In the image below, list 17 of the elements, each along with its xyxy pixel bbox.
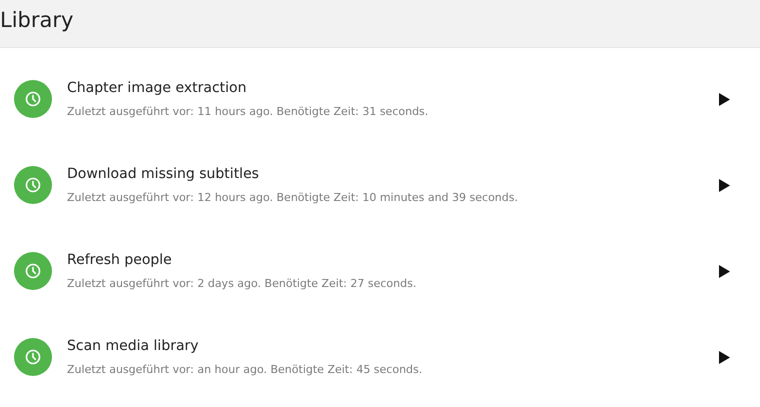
task-status: Zuletzt ausgeführt vor: 2 days ago. Benötigte Zeit: 27 seconds.: [67, 278, 418, 289]
page-title: Library: [0, 10, 74, 34]
clock-icon: [14, 166, 52, 204]
task-name: Download missing subtitles: [67, 167, 260, 181]
clock-icon: [14, 252, 52, 290]
clock-icon: [14, 80, 52, 118]
task-status: Zuletzt ausgeführt vor: 12 hours ago. Benötigte Zeit: 10 minutes and 39 seconds.: [67, 192, 519, 203]
clock-icon: [14, 338, 52, 376]
task-name: Chapter image extraction: [67, 81, 248, 95]
play-icon: [719, 264, 730, 278]
play-icon: [719, 178, 730, 192]
task-name: Refresh people: [67, 253, 173, 267]
play-icon: [719, 350, 730, 364]
task-name: Scan media library: [67, 339, 200, 353]
play-icon: [719, 92, 730, 106]
task-status: Zuletzt ausgeführt vor: 11 hours ago. Benötigte Zeit: 31 seconds.: [67, 106, 430, 117]
task-status: Zuletzt ausgeführt vor: an hour ago. Benötigte Zeit: 45 seconds.: [67, 364, 424, 375]
